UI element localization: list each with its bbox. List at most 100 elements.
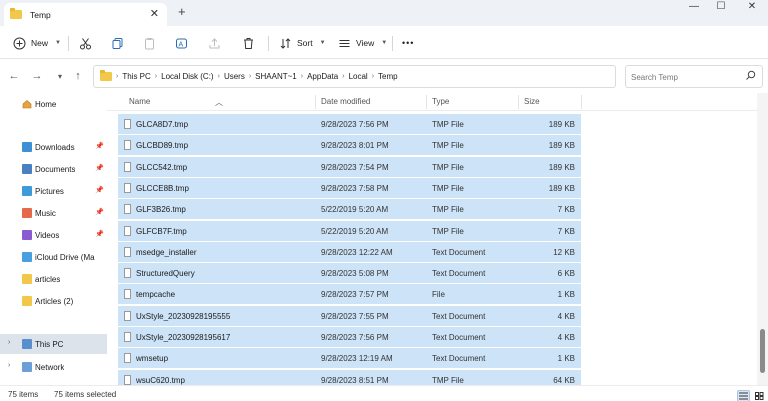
forward-arrow-icon[interactable]: →	[29, 69, 45, 83]
pictures-icon	[22, 186, 32, 196]
pin-icon[interactable]: 📌	[95, 164, 104, 172]
more-options-button[interactable]: •••	[402, 34, 414, 52]
pin-icon[interactable]: 📌	[95, 186, 104, 194]
rename-button[interactable]: A	[174, 34, 188, 52]
back-arrow-icon[interactable]: ←	[6, 69, 22, 83]
breadcrumb-user[interactable]: SHAANT~1	[255, 72, 297, 81]
column-header-type[interactable]: Type	[432, 97, 449, 106]
details-view-icon[interactable]	[737, 390, 750, 401]
table-row[interactable]: GLCCE8B.tmp 9/28/2023 7:58 PM TMP File 1…	[118, 177, 581, 198]
column-header-size[interactable]: Size	[524, 97, 540, 106]
sidebar-item-label: iCloud Drive (Ma	[35, 253, 95, 262]
cut-button[interactable]	[78, 34, 92, 52]
table-row[interactable]: GLFCB7F.tmp 5/22/2019 5:20 AM TMP File 7…	[118, 220, 581, 241]
sidebar-item-label: Documents	[35, 165, 76, 174]
table-row[interactable]: wmsetup 9/28/2023 12:19 AM Text Document…	[118, 348, 581, 369]
file-date: 9/28/2023 8:01 PM	[321, 141, 389, 151]
file-date: 9/28/2023 7:54 PM	[321, 162, 389, 172]
file-name: GLCA8D7.tmp	[136, 120, 189, 129]
column-divider[interactable]	[315, 95, 316, 109]
command-bar: New ▼ A Sort ▼ View ▼ •••	[0, 26, 768, 59]
table-row[interactable]: GLCC542.tmp 9/28/2023 7:54 PM TMP File 1…	[118, 156, 581, 177]
sidebar-item-articles-2[interactable]: Articles (2)	[0, 291, 107, 311]
sidebar-item-downloads[interactable]: Downloads 📌	[0, 137, 107, 157]
column-header-name[interactable]: Name	[129, 97, 150, 106]
file-name: StructuredQuery	[136, 269, 195, 279]
maximize-button[interactable]: ☐	[705, 0, 737, 12]
recent-locations-chevron-icon[interactable]: ▾	[52, 69, 68, 83]
table-row[interactable]: msedge_installer 9/28/2023 12:22 AM Text…	[118, 241, 581, 262]
breadcrumb-appdata[interactable]: AppData	[307, 72, 338, 81]
column-divider[interactable]	[581, 95, 582, 109]
breadcrumb-this-pc[interactable]: This PC	[122, 72, 150, 81]
selected-count: 75 items selected	[54, 390, 117, 399]
file-icon	[124, 374, 131, 385]
sidebar-item-this-pc[interactable]: › This PC	[0, 334, 107, 354]
sidebar-item-videos[interactable]: Videos 📌	[0, 225, 107, 245]
up-arrow-icon[interactable]: ↑	[70, 69, 86, 83]
table-row[interactable]: StructuredQuery 9/28/2023 5:08 PM Text D…	[118, 263, 581, 284]
tab-temp[interactable]: Temp ✕	[4, 3, 167, 26]
search-box[interactable]	[625, 65, 763, 88]
column-divider[interactable]	[518, 95, 519, 109]
delete-button[interactable]	[241, 34, 255, 52]
file-type: TMP File	[432, 162, 464, 172]
file-type: Text Document	[432, 247, 486, 257]
sort-button[interactable]: Sort ▼	[278, 34, 326, 52]
table-row[interactable]: tempcache 9/28/2023 7:57 PM File 1 KB	[118, 284, 581, 305]
copy-button[interactable]	[110, 34, 124, 52]
file-size: 1 KB	[557, 290, 575, 300]
chevron-right-icon[interactable]: ›	[8, 339, 10, 346]
column-divider[interactable]	[426, 95, 427, 109]
tiles-view-icon[interactable]	[753, 390, 766, 401]
table-row[interactable]: GLCA8D7.tmp 9/28/2023 7:56 PM TMP File 1…	[118, 114, 581, 134]
breadcrumb-temp[interactable]: Temp	[378, 72, 398, 81]
new-tab-button[interactable]: +	[178, 5, 186, 19]
table-row[interactable]: UxStyle_20230928195617 9/28/2023 7:56 PM…	[118, 327, 581, 347]
new-label: New	[31, 38, 49, 48]
file-icon	[124, 246, 131, 257]
sidebar-item-network[interactable]: › Network	[0, 357, 107, 377]
pin-icon[interactable]: 📌	[95, 230, 104, 238]
breadcrumb-separator-icon: ›	[248, 73, 252, 80]
file-name: GLCC542.tmp	[136, 162, 188, 172]
file-name: msedge_installer	[136, 247, 197, 257]
view-label: View	[356, 38, 375, 48]
scissors-icon	[78, 36, 92, 50]
copy-icon	[110, 36, 124, 50]
scrollbar-thumb[interactable]	[760, 329, 765, 373]
folder-icon	[10, 8, 22, 19]
pin-icon[interactable]: 📌	[95, 208, 104, 216]
breadcrumb-local[interactable]: Local	[349, 72, 368, 81]
sidebar-item-pictures[interactable]: Pictures 📌	[0, 181, 107, 201]
view-button[interactable]: View ▼	[337, 34, 387, 52]
sidebar-item-articles[interactable]: articles	[0, 269, 107, 289]
table-row[interactable]: GLF3B26.tmp 5/22/2019 5:20 AM TMP File 7…	[118, 199, 581, 220]
vertical-scrollbar[interactable]	[757, 93, 768, 385]
table-row[interactable]: UxStyle_20230928195555 9/28/2023 7:55 PM…	[118, 305, 581, 326]
file-size: 189 KB	[548, 162, 575, 172]
address-bar[interactable]: › This PC › Local Disk (C:) › Users › SH…	[93, 65, 616, 88]
chevron-right-icon[interactable]: ›	[8, 362, 10, 369]
close-tab-icon[interactable]: ✕	[150, 7, 159, 21]
paste-button[interactable]	[142, 34, 156, 52]
sidebar-item-music[interactable]: Music 📌	[0, 203, 107, 223]
item-count: 75 items	[8, 390, 39, 399]
close-window-button[interactable]: ✕	[736, 0, 768, 12]
table-row[interactable]: GLCBD89.tmp 9/28/2023 8:01 PM TMP File 1…	[118, 135, 581, 156]
share-button[interactable]	[207, 34, 221, 52]
breadcrumb-users[interactable]: Users	[224, 72, 245, 81]
file-size: 12 KB	[553, 247, 575, 257]
search-input[interactable]	[631, 70, 741, 84]
sidebar-item-label: This PC	[35, 340, 64, 349]
breadcrumb-local-disk[interactable]: Local Disk (C:)	[161, 72, 213, 81]
file-type: TMP File	[432, 226, 464, 236]
file-icon	[124, 161, 131, 172]
new-button[interactable]: New ▼	[12, 34, 61, 52]
sidebar-item-home[interactable]: Home	[0, 94, 107, 114]
sidebar-item-icloud-drive[interactable]: iCloud Drive (Ma	[0, 247, 107, 267]
clipboard-icon	[142, 36, 156, 50]
sidebar-item-documents[interactable]: Documents 📌	[0, 159, 107, 179]
pin-icon[interactable]: 📌	[95, 142, 104, 150]
column-header-date[interactable]: Date modified	[321, 97, 370, 106]
